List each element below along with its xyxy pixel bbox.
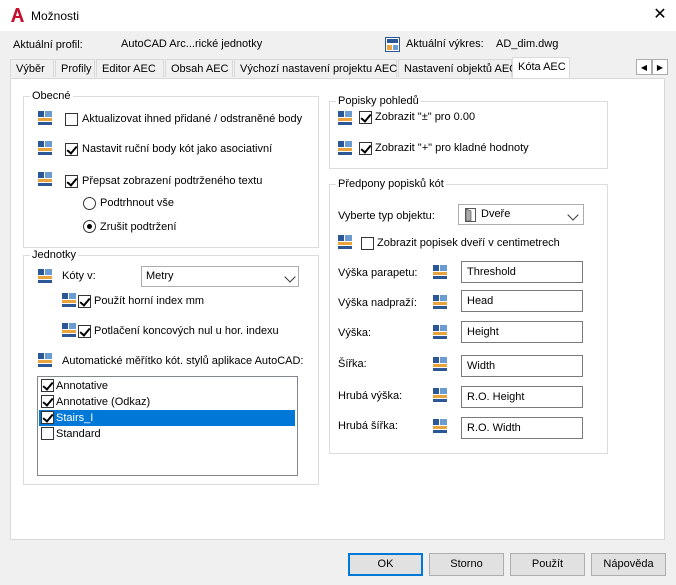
list-item-label: Stairs_I (56, 412, 94, 424)
dimension-style-icon (62, 323, 76, 337)
list-item-checkbox[interactable] (41, 411, 54, 424)
dims-in-value: Metry (146, 270, 174, 282)
list-item[interactable]: Annotative (Odkaz) (39, 394, 295, 410)
show-plus-checkbox[interactable] (359, 142, 372, 155)
superscript-checkbox[interactable] (78, 295, 91, 308)
prefix-field-head[interactable]: Head (461, 290, 583, 312)
door-icon (465, 208, 476, 222)
autoscale-label: Automatické měřítko kót. stylů aplikace … (62, 355, 304, 367)
dimension-style-icon (38, 269, 52, 283)
underline-all-radio[interactable] (83, 197, 96, 210)
list-item-checkbox[interactable] (41, 379, 54, 392)
current-profile-label: Aktuální profil: (13, 39, 83, 51)
help-button[interactable]: Nápověda (591, 553, 666, 576)
dimension-style-icon (433, 295, 447, 309)
prefix-field-width[interactable]: Width (461, 355, 583, 377)
superscript-label: Použít horní index mm (94, 295, 205, 307)
dims-in-label: Kóty v: (62, 270, 96, 282)
prefix-label-head: Výška nadpraží: (338, 297, 417, 309)
list-item-label: Annotative (Odkaz) (56, 396, 151, 408)
list-item[interactable]: Standard (39, 426, 295, 442)
drawing-icon (385, 37, 400, 52)
prefix-field-threshold[interactable]: Threshold (461, 261, 583, 283)
object-type-select[interactable]: Dveře (458, 204, 584, 225)
auto-update-label: Aktualizovat ihned přidané / odstraněné … (82, 113, 303, 125)
tab-vychozi-nastaveni[interactable]: Výchozí nastavení projektu AEC (234, 59, 397, 77)
dimension-style-icon (433, 357, 447, 371)
current-profile-value: AutoCAD Arc...rické jednotky (121, 38, 263, 50)
dim-styles-list[interactable]: Annotative Annotative (Odkaz) Stairs_I S… (37, 376, 298, 476)
window-title: Možnosti (31, 9, 80, 23)
auto-update-checkbox[interactable] (65, 113, 78, 126)
list-item-label: Annotative (56, 380, 108, 392)
tab-scroll-left-icon[interactable]: ◀ (636, 59, 652, 75)
override-underline-label: Přepsat zobrazení podtrženého textu (82, 175, 263, 187)
dimension-style-icon (38, 172, 52, 186)
manual-points-checkbox[interactable] (65, 143, 78, 156)
dims-in-select[interactable]: Metry (141, 266, 299, 287)
tab-obsah-aec[interactable]: Obsah AEC (165, 59, 233, 77)
title-bar (0, 0, 676, 31)
object-type-label: Vyberte typ objektu: (338, 210, 435, 222)
dimension-style-icon (338, 141, 352, 155)
prefix-label-threshold: Výška parapetu: (338, 267, 418, 279)
suppress-zeros-label: Potlačení koncových nul u hor. indexu (94, 325, 279, 337)
dimension-style-icon (433, 265, 447, 279)
suppress-zeros-checkbox[interactable] (78, 325, 91, 338)
dimension-style-icon (338, 111, 352, 125)
dimension-style-icon (38, 353, 52, 367)
prefix-field-ro-height[interactable]: R.O. Height (461, 386, 583, 408)
autocad-app-icon (11, 8, 24, 22)
tab-bar: Výběr Profily Editor AEC Obsah AEC Výcho… (10, 57, 668, 79)
apply-button[interactable]: Použít (510, 553, 585, 576)
list-item[interactable]: Annotative (39, 378, 295, 394)
units-group-title: Jednotky (30, 249, 79, 261)
tab-scroll-right-icon[interactable]: ▶ (652, 59, 668, 75)
show-plus-label: Zobrazit "+" pro kladné hodnoty (375, 142, 529, 154)
list-item-checkbox[interactable] (41, 395, 54, 408)
current-drawing-label: Aktuální výkres: (406, 38, 484, 50)
prefix-field-ro-width[interactable]: R.O. Width (461, 417, 583, 439)
close-icon[interactable]: ✕ (650, 5, 670, 25)
tab-nastaveni-objektu[interactable]: Nastavení objektů AEC (398, 59, 517, 77)
override-underline-checkbox[interactable] (65, 175, 78, 188)
remove-underline-label: Zrušit podtržení (100, 221, 177, 233)
tab-editor-aec[interactable]: Editor AEC (96, 59, 164, 77)
prefix-label-width: Šířka: (338, 358, 367, 370)
prefix-label-ro-width: Hrubá šířka: (338, 420, 398, 432)
prefix-label-height: Výška: (338, 327, 372, 339)
general-group-title: Obecné (30, 90, 73, 102)
underline-all-label: Podtrhnout vše (100, 197, 174, 209)
dimension-style-icon (38, 111, 52, 125)
show-pm-label: Zobrazit "±" pro 0.00 (375, 111, 476, 123)
dimension-style-icon (38, 141, 52, 155)
prefixes-group-title: Předpony popisků kót (336, 178, 446, 190)
dimension-style-icon (62, 293, 76, 307)
door-cm-label: Zobrazit popisek dveří v centimetrech (377, 237, 560, 249)
dimension-style-icon (433, 388, 447, 402)
remove-underline-radio[interactable] (83, 220, 96, 233)
chevron-down-icon (567, 209, 579, 221)
current-drawing-value: AD_dim.dwg (496, 38, 559, 50)
list-item-checkbox[interactable] (41, 427, 54, 440)
object-type-value: Dveře (481, 208, 511, 220)
show-pm-checkbox[interactable] (359, 111, 372, 124)
manual-points-label: Nastavit ruční body kót jako asociativní (82, 143, 273, 155)
cancel-button[interactable]: Storno (429, 553, 504, 576)
list-item[interactable]: Stairs_I (39, 410, 295, 426)
prefix-field-height[interactable]: Height (461, 321, 583, 343)
dimension-style-icon (433, 325, 447, 339)
dimension-style-icon (338, 235, 352, 249)
tab-profily[interactable]: Profily (55, 59, 95, 77)
tab-kota-aec[interactable]: Kóta AEC (512, 57, 570, 79)
prefix-label-ro-height: Hrubá výška: (338, 390, 403, 402)
ok-button[interactable]: OK (348, 553, 423, 576)
dimension-style-icon (433, 419, 447, 433)
door-cm-checkbox[interactable] (361, 237, 374, 250)
tab-vyber[interactable]: Výběr (10, 59, 54, 77)
chevron-down-icon (284, 271, 296, 283)
list-item-label: Standard (56, 428, 101, 440)
view-labels-group-title: Popisky pohledů (336, 95, 421, 107)
